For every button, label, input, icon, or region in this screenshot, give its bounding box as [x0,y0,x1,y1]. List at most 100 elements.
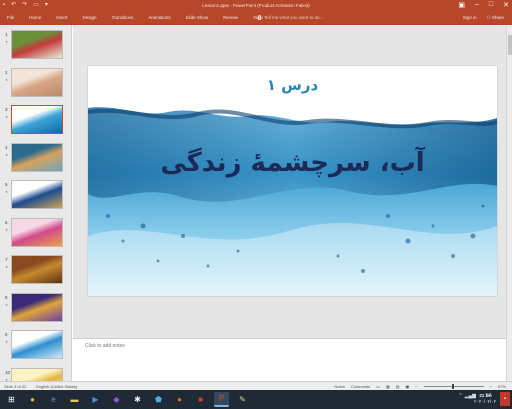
slide-thumbnail[interactable]: 6 ★ [0,213,71,250]
slide-number: 3 [5,107,8,112]
tab-insert[interactable]: Insert [56,15,67,20]
app-red-icon[interactable]: ■ [193,392,208,407]
window-title: Lesson1.pptx - PowerPoint (Product Activ… [202,3,310,8]
maximize-icon[interactable]: □ [489,1,493,9]
tab-file[interactable]: File [7,15,14,20]
media-icon[interactable]: ▶ [88,392,103,407]
slide-thumbnail[interactable]: 8 ★ [0,288,71,325]
thumbnail-image [11,67,63,97]
slide-number: 9 [5,332,8,337]
zoom-in-icon[interactable]: + [490,384,492,389]
status-right: Notes Comments ▭ ▦ ▤ ▣ − + 67% [334,384,506,389]
zoom-slider[interactable] [423,384,484,389]
restore-ribbon-icon[interactable]: ▣ [458,1,465,9]
ribbon-tabs: File Home Insert Design Transitions Animation… [0,11,512,25]
firefox-icon[interactable]: ● [172,392,187,407]
slide-number: 8 [5,294,8,300]
scrollbar-thumb[interactable] [508,35,512,55]
slide-number: 1 [5,32,8,37]
lightbulb-icon [258,15,261,21]
clock-date: ۲۰۲۰/۰۲/۰۲ [474,399,496,404]
thumbnail-image [11,142,63,172]
security-icon[interactable]: ⬟ [151,392,166,407]
transition-star-icon: ★ [5,115,9,119]
tell-me-placeholder: Tell me what you want to do... [264,15,324,20]
tab-animations[interactable]: Animations [148,15,170,20]
explorer-icon[interactable]: ▬ [67,392,82,407]
transition-star-icon: ★ [5,340,9,344]
tab-design[interactable]: Design [83,15,97,20]
tab-transitions[interactable]: Transitions [112,15,134,20]
tab-home[interactable]: Home [29,15,41,20]
title-bar: ▪ ↶ ↷ ▭ ▾ Lesson1.pptx - PowerPoint (Pro… [0,0,512,11]
minimize-icon[interactable]: – [475,1,479,9]
sign-in-link[interactable]: Sign in [463,15,477,21]
slide-thumbnail[interactable]: 4 ★ [0,138,71,175]
slide-thumbnail-pane[interactable]: 1 ★ 2 ★ 3 ★ 4 ★ 5 ★ 6 ★ 7 ★ 8 ★ 9 ★ 10 ★ [0,25,72,381]
lesson-label[interactable]: درس ۱ [88,76,497,94]
water-background-image [88,107,497,296]
reading-view-icon[interactable]: ▤ [396,384,400,389]
notes-pane[interactable]: Click to add notes [73,338,506,381]
slide-thumbnail[interactable]: 2 ★ [0,63,71,100]
window-controls: ▣ – □ ✕ [458,1,509,9]
zoom-out-icon[interactable]: − [415,384,417,389]
slide-counter: Slide 3 of 32 [4,384,27,389]
share-label: Share [491,15,504,20]
notes-placeholder: Click to add notes [85,343,125,349]
account-area: Sign in ⚇ Share [463,15,504,21]
transition-star-icon: ★ [5,190,9,194]
slide-thumbnail[interactable]: 1 ★ [0,25,71,62]
slide-number: 6 [5,219,8,225]
bluetooth-icon[interactable]: ✱ [130,392,145,407]
transition-star-icon: ★ [5,40,9,44]
visual-studio-icon[interactable]: ◆ [109,392,124,407]
normal-view-icon[interactable]: ▭ [376,384,380,389]
transition-star-icon: ★ [5,152,9,157]
slide-thumbnail[interactable]: 9 ★ [0,325,71,362]
share-button[interactable]: ⚇ Share [487,15,504,21]
zoom-level[interactable]: 67% [498,384,506,389]
windows-taskbar: ^ ▂▄▆ ◁ FA 21:56 ۲۰۲۰/۰۲/۰۲ ▪ ⊞ ● e ▬ ▶ ◆ ✱ ⬟ ● ■… [0,390,512,409]
tab-slide-show[interactable]: Slide Show [186,15,209,20]
slide-thumbnail[interactable]: 5 ★ [0,175,71,212]
tray-chevron-icon[interactable]: ^ [459,393,461,399]
tab-review[interactable]: Review [223,15,238,20]
comments-toggle[interactable]: Comments [351,384,370,389]
paint-icon[interactable]: ✎ [235,392,250,407]
tell-me-box[interactable]: Tell me what you want to do... [258,15,324,21]
thumbnail-image [11,255,63,284]
powerpoint-icon[interactable]: P [214,392,229,407]
language-indicator[interactable]: English (United States) [36,384,77,389]
zoom-slider-knob[interactable] [451,384,454,389]
thumbnail-image [11,367,63,381]
ie-icon[interactable]: e [46,392,61,407]
thumbnail-image [11,30,63,59]
vertical-scrollbar[interactable] [506,25,512,381]
close-icon[interactable]: ✕ [503,1,509,9]
clock[interactable]: 21:56 ۲۰۲۰/۰۲/۰۲ [474,393,496,405]
slide-editing-area[interactable]: درس ۱ آب، سرچشمۀ زندگی [73,25,506,338]
slide-thumbnail[interactable]: 7 ★ [0,250,71,287]
status-left: Slide 3 of 32 English (United States) [4,384,77,389]
slide-thumbnail[interactable]: 10 ★ [0,363,71,381]
slide-title[interactable]: آب، سرچشمۀ زندگی [88,148,497,178]
current-slide[interactable]: درس ۱ آب، سرچشمۀ زندگی [88,66,497,296]
slide-number: 4 [5,144,8,150]
slide-thumbnail[interactable]: 3 ★ [0,100,71,137]
tab-list: File Home Insert Design Transitions Animation… [7,15,263,20]
notification-icon[interactable]: ▪ [500,392,510,406]
start-icon[interactable]: ⊞ [4,392,19,407]
slide-number: 5 [5,182,8,187]
transition-star-icon: ★ [5,227,9,232]
slide-sorter-icon[interactable]: ▦ [386,384,390,389]
slideshow-icon[interactable]: ▣ [406,384,410,389]
thumbnail-image [11,292,63,322]
thumbnail-image [11,105,63,134]
chrome-icon[interactable]: ● [25,392,40,407]
transition-star-icon: ★ [5,77,9,82]
status-bar: Slide 3 of 32 English (United States) No… [0,381,512,390]
transition-star-icon: ★ [5,265,9,269]
transition-star-icon: ★ [5,302,9,307]
notes-toggle[interactable]: Notes [334,384,344,389]
